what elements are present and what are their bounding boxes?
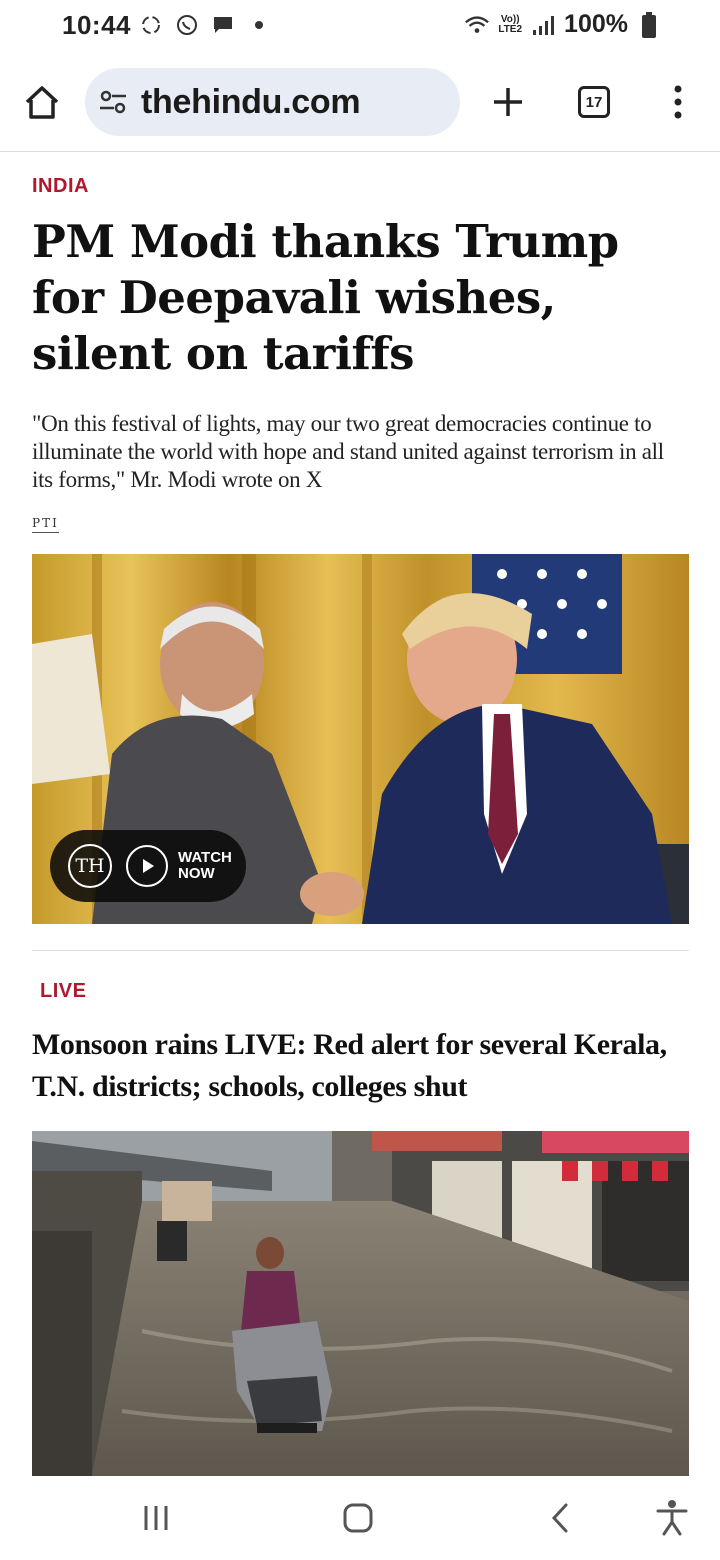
home-nav-icon bbox=[343, 1503, 373, 1533]
section-label-india[interactable]: INDIA bbox=[32, 175, 89, 198]
article-image-flood[interactable] bbox=[32, 1131, 689, 1476]
back-button[interactable] bbox=[538, 1496, 582, 1540]
recents-icon bbox=[144, 1506, 168, 1530]
sync-icon bbox=[138, 12, 164, 38]
notification-icons bbox=[138, 12, 272, 38]
home-button[interactable] bbox=[20, 80, 64, 124]
tab-switcher-button[interactable]: 17 bbox=[578, 86, 610, 118]
watch-label-line1: WATCH bbox=[178, 849, 232, 866]
accessibility-icon bbox=[656, 1500, 688, 1536]
status-time: 10:44 bbox=[62, 10, 131, 40]
plus-icon bbox=[494, 88, 522, 116]
article-summary: "On this festival of lights, may our two… bbox=[32, 411, 664, 492]
back-icon bbox=[551, 1503, 568, 1533]
article-byline[interactable]: PTI bbox=[32, 516, 59, 533]
article-headline[interactable]: PM Modi thanks Trump for Deepavali wishe… bbox=[32, 214, 688, 382]
address-bar[interactable]: thehindu.com bbox=[85, 68, 460, 136]
network-type: Vo)) LTE2 bbox=[498, 14, 523, 35]
watch-now-label: WATCH NOW bbox=[178, 850, 232, 882]
tune-icon[interactable] bbox=[97, 86, 129, 118]
accessibility-button[interactable] bbox=[650, 1496, 694, 1540]
article-divider bbox=[32, 950, 689, 951]
watch-label-line2: NOW bbox=[178, 865, 215, 882]
battery-icon bbox=[636, 11, 662, 38]
flood-photo bbox=[32, 1131, 689, 1476]
play-icon bbox=[126, 845, 168, 887]
section-label-live[interactable]: LIVE bbox=[40, 980, 86, 1003]
home-nav-button[interactable] bbox=[336, 1496, 380, 1540]
menu-button[interactable] bbox=[666, 80, 690, 124]
status-right: Vo)) LTE2 100% bbox=[464, 10, 662, 39]
message-icon bbox=[210, 12, 236, 38]
signal-icon bbox=[530, 12, 556, 38]
network-lte: LTE2 bbox=[498, 23, 523, 35]
dot-icon bbox=[246, 12, 272, 38]
status-bar: 10:44 Vo)) LTE2 100% bbox=[0, 0, 720, 52]
browser-toolbar: thehindu.com 17 bbox=[0, 52, 720, 152]
more-vert-icon bbox=[674, 85, 682, 119]
th-logo: TH bbox=[68, 844, 112, 888]
wifi-icon bbox=[464, 12, 490, 38]
new-tab-button[interactable] bbox=[486, 80, 530, 124]
watch-now-button[interactable]: TH WATCH NOW bbox=[50, 830, 246, 902]
recents-button[interactable] bbox=[134, 1496, 178, 1540]
tab-count: 17 bbox=[585, 93, 603, 111]
system-nav-bar bbox=[0, 1476, 720, 1560]
url-text: thehindu.com bbox=[141, 82, 361, 121]
home-icon bbox=[25, 86, 59, 119]
article-image-handshake[interactable]: TH WATCH NOW bbox=[32, 554, 689, 924]
whatsapp-icon bbox=[174, 12, 200, 38]
article-headline-2[interactable]: Monsoon rains LIVE: Red alert for severa… bbox=[32, 1024, 692, 1108]
battery-percent: 100% bbox=[564, 10, 628, 38]
